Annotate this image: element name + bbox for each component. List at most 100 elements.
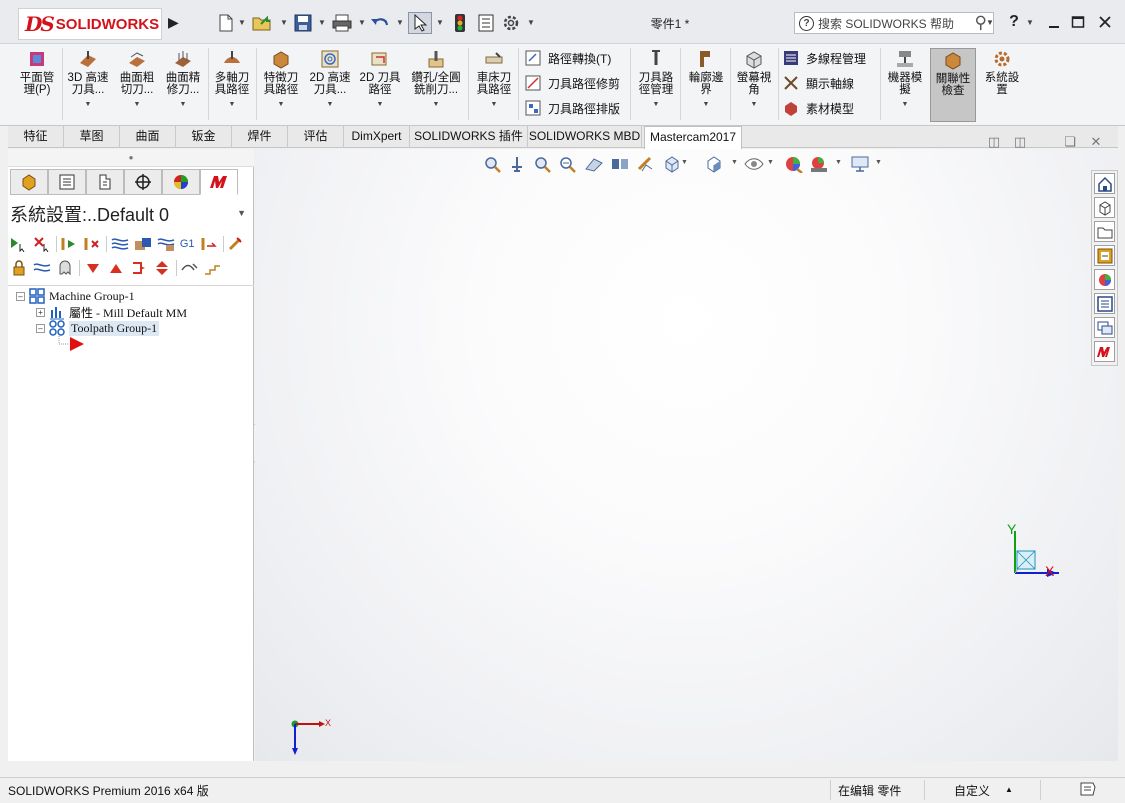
featuremanager-tab-icon[interactable] xyxy=(10,169,48,195)
graphics-area[interactable]: ▼ ▼ ▼ ▼ ▼ ◫ ◫ ❏ ✕ Y X X xyxy=(255,134,1118,761)
dimxpertmanager-tab-icon[interactable] xyxy=(124,169,162,195)
mastercam-tab-icon[interactable] xyxy=(200,169,238,195)
hide-show-items-icon[interactable] xyxy=(661,154,683,174)
configurationmanager-tab-icon[interactable] xyxy=(86,169,124,195)
tab-features[interactable]: 特征 xyxy=(8,126,64,148)
backplot-icon[interactable] xyxy=(111,235,129,253)
collapse-icon[interactable]: – xyxy=(16,291,25,301)
show-axes-button[interactable]: 顯示軸線 xyxy=(782,72,854,94)
highfeed-icon[interactable] xyxy=(200,235,218,253)
tab-evaluate[interactable]: 评估 xyxy=(288,126,344,148)
dynamic-annotation-icon[interactable] xyxy=(583,154,605,174)
forum-chat-icon[interactable] xyxy=(1094,317,1115,338)
help-button[interactable]: ? xyxy=(1002,10,1026,34)
doc-tile-icon[interactable]: ❏ xyxy=(1061,134,1079,150)
post-g1-icon[interactable]: G1 xyxy=(180,235,195,253)
options-dropdown-icon[interactable]: ▼ xyxy=(527,18,535,27)
solidworks-resources-home-icon[interactable] xyxy=(1094,173,1115,194)
machine-simulation-button[interactable]: 機器模 擬 ▼ xyxy=(882,48,928,122)
associativity-check-button[interactable]: 關聯性 檢查 xyxy=(930,48,976,122)
tab-dimxpert[interactable]: DimXpert xyxy=(344,126,410,148)
toggle-post-icon[interactable] xyxy=(56,259,74,277)
tree-node-toolpath-group[interactable]: – Toolpath Group-1 xyxy=(36,320,160,336)
toolpath-manager-button[interactable]: 刀具路 徑管理 ▼ xyxy=(634,48,678,122)
expand-collapse-icon[interactable] xyxy=(153,259,171,277)
feature-toolpath-button[interactable]: 特徵刀 具路徑 ▼ xyxy=(258,48,304,122)
select-all-icon[interactable] xyxy=(10,235,28,253)
units-dropdown-icon[interactable]: ▲ xyxy=(1005,785,1013,794)
open-dropdown-icon[interactable]: ▼ xyxy=(280,18,288,27)
screen-view-button[interactable]: 螢幕視 角 ▼ xyxy=(732,48,776,122)
displaymanager-tab-icon[interactable] xyxy=(162,169,200,195)
tab-surfaces[interactable]: 曲面 xyxy=(120,126,176,148)
apply-scene-icon[interactable] xyxy=(808,154,830,174)
panel-grip-handle[interactable]: ● xyxy=(8,149,254,167)
simulate-icon[interactable] xyxy=(157,235,175,253)
select-dropdown-icon[interactable]: ▼ xyxy=(436,18,444,27)
file-properties-icon[interactable] xyxy=(474,12,498,34)
insert-position-arrow[interactable] xyxy=(58,336,86,352)
toolpath-nesting-button[interactable]: 刀具路徑排版 xyxy=(524,97,620,119)
display-style-icon[interactable] xyxy=(635,154,657,174)
hide-toolpath-icon[interactable] xyxy=(181,259,199,277)
tab-sketch[interactable]: 草图 xyxy=(64,126,120,148)
regenerate-dirty-icon[interactable] xyxy=(83,235,101,253)
zoom-to-fit-icon[interactable] xyxy=(481,154,503,174)
edit-appearance-icon[interactable] xyxy=(783,154,805,174)
stock-model-button[interactable]: 素材模型 xyxy=(782,97,854,119)
multithread-manager-button[interactable]: 多線程管理 xyxy=(782,47,866,69)
insert-arrow-icon[interactable] xyxy=(130,259,148,277)
lock-icon[interactable] xyxy=(10,259,28,277)
tree-node-properties[interactable]: + 屬性 - Mill Default MM xyxy=(36,304,187,320)
title-dropdown-icon[interactable]: ▼ xyxy=(237,208,246,218)
hide-show-dropdown-icon[interactable]: ▼ xyxy=(681,159,688,166)
help-dropdown-icon[interactable]: ▼ xyxy=(1026,18,1034,27)
previous-view-icon[interactable] xyxy=(531,154,553,174)
section-view-icon[interactable] xyxy=(556,154,578,174)
view-cube-dropdown-icon[interactable]: ▼ xyxy=(731,159,738,166)
plane-manager-button[interactable]: 平面管 理(P) xyxy=(14,48,60,122)
surface-rough-button[interactable]: 曲面粗 切刀... ▼ xyxy=(114,48,160,122)
print-dropdown-icon[interactable]: ▼ xyxy=(358,18,366,27)
rebuild-status-icon[interactable] xyxy=(1078,780,1098,801)
lock-edit-icon[interactable] xyxy=(227,235,245,253)
tab-solidworks-mbd[interactable]: SOLIDWORKS MBD xyxy=(528,126,642,148)
select-cursor-icon[interactable] xyxy=(408,12,432,34)
tab-solidworks-addins[interactable]: SOLIDWORKS 插件 xyxy=(410,126,528,148)
options-gear-icon[interactable] xyxy=(499,12,523,34)
solidworks-logo[interactable]: DS SOLIDWORKS xyxy=(18,8,162,40)
new-dropdown-icon[interactable]: ▼ xyxy=(238,18,246,27)
view-orientation-icon[interactable] xyxy=(609,154,631,174)
toggle-display-icon[interactable] xyxy=(33,259,51,277)
doc-restore-prev-icon[interactable]: ◫ xyxy=(985,134,1003,150)
search-dropdown-icon[interactable]: ▼ xyxy=(986,18,994,27)
move-down-icon[interactable] xyxy=(84,259,102,277)
new-document-icon[interactable] xyxy=(214,12,238,34)
surface-finish-button[interactable]: 曲面精 修刀... ▼ xyxy=(160,48,206,122)
scene-dropdown-icon[interactable]: ▼ xyxy=(835,159,842,166)
save-dropdown-icon[interactable]: ▼ xyxy=(318,18,326,27)
doc-close-icon[interactable]: ✕ xyxy=(1087,134,1105,150)
tab-weldments[interactable]: 焊件 xyxy=(232,126,288,148)
2d-toolpath-button[interactable]: 2D 刀具 路徑 ▼ xyxy=(356,48,404,122)
custom-properties-icon[interactable] xyxy=(1094,293,1115,314)
propertymanager-tab-icon[interactable] xyxy=(48,169,86,195)
print-icon[interactable] xyxy=(330,12,354,34)
regenerate-all-icon[interactable] xyxy=(60,235,78,253)
toolpath-transform-button[interactable]: 路徑轉換(T) xyxy=(524,47,611,69)
view-settings-dropdown-icon[interactable]: ▼ xyxy=(875,159,882,166)
multiaxis-toolpath-button[interactable]: 多軸刀 具路徑 ▼ xyxy=(210,48,254,122)
tab-mastercam2017[interactable]: Mastercam2017 xyxy=(644,126,742,149)
hide-show-eye-icon[interactable] xyxy=(743,154,765,174)
appearances-scenes-icon[interactable] xyxy=(1094,269,1115,290)
expand-icon[interactable]: + xyxy=(36,307,45,317)
view-palette-icon[interactable] xyxy=(1094,245,1115,266)
maximize-icon[interactable] xyxy=(1066,10,1090,34)
lathe-toolpath-button[interactable]: 車床刀 具路徑 ▼ xyxy=(472,48,516,122)
design-library-icon[interactable] xyxy=(1094,197,1115,218)
units-custom-selector[interactable]: 自定义 xyxy=(954,782,990,799)
drill-circle-mill-button[interactable]: 鑽孔/全圓 銑削刀... ▼ xyxy=(406,48,466,122)
eye-dropdown-icon[interactable]: ▼ xyxy=(767,159,774,166)
open-document-icon[interactable] xyxy=(250,12,274,34)
2d-hst-button[interactable]: 2D 高速 刀具... ▼ xyxy=(306,48,354,122)
